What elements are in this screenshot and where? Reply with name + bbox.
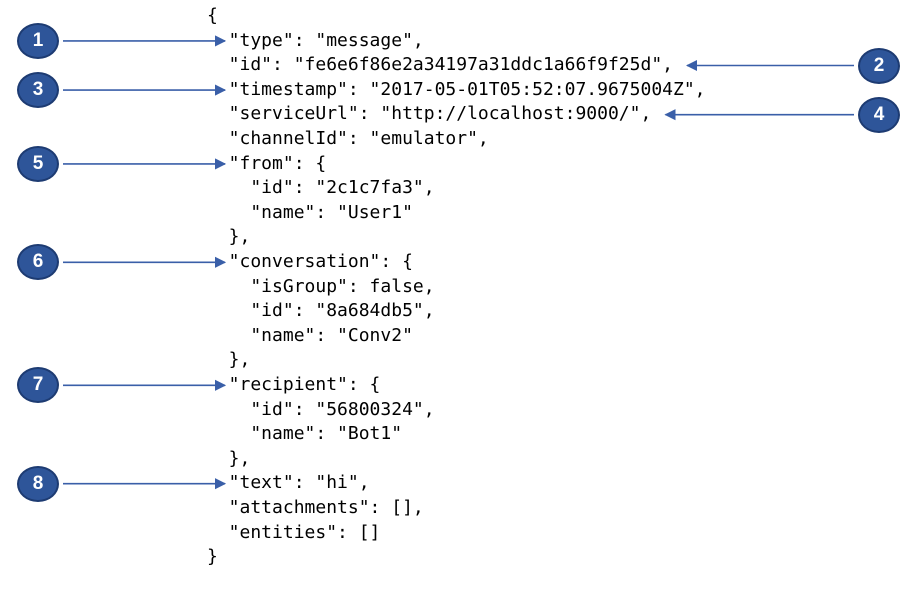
callout-badge-3: 3 (17, 72, 59, 109)
callout-arrows (63, 35, 854, 490)
callout-badge-2: 2 (858, 47, 900, 84)
callout-badge-5: 5 (17, 145, 59, 182)
callout-badge-4: 4 (858, 96, 900, 133)
callout-badge-1: 1 (17, 22, 59, 59)
callout-badge-8: 8 (17, 465, 59, 502)
annotated-json-diagram: { "type": "message", "id": "fe6e6f86e2a3… (0, 0, 915, 609)
